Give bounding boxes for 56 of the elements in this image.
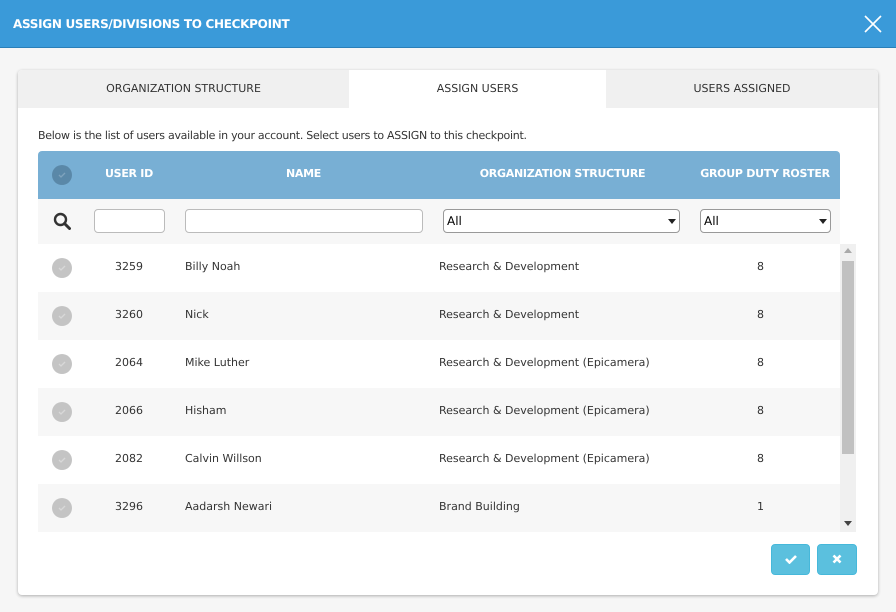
search-icon[interactable] bbox=[53, 212, 71, 230]
table-cell-text: 2064 bbox=[114, 355, 144, 372]
org-structure-dropdown[interactable]: All bbox=[443, 209, 680, 233]
table-cell-text: 2066 bbox=[114, 403, 144, 420]
table-cell-text: Aadarsh Newari bbox=[184, 499, 274, 516]
instruction-text: Below is the list of users available in your account. Select users to ASSIGN to this checkpoint. bbox=[38, 128, 528, 144]
table-cell-text: 1 bbox=[756, 499, 765, 516]
table-cell-text: 3296 bbox=[114, 499, 144, 516]
roster-dropdown[interactable]: All bbox=[700, 209, 831, 233]
table-cell-text: Research & Development bbox=[438, 307, 580, 324]
table-cell-text: 3260 bbox=[114, 307, 144, 324]
tab[interactable]: ORGANIZATION STRUCTURE bbox=[18, 70, 349, 108]
close-icon bbox=[864, 14, 882, 32]
table-cell-text: Research & Development bbox=[438, 259, 580, 276]
table-cell-text: 8 bbox=[756, 259, 765, 276]
row-checkbox[interactable] bbox=[52, 402, 72, 422]
table-cell-text: 8 bbox=[756, 307, 765, 324]
row-checkbox[interactable] bbox=[52, 450, 72, 470]
select-all-checkbox[interactable] bbox=[52, 164, 72, 184]
table-cell-text: Calvin Willson bbox=[184, 451, 263, 468]
table-cell-text: 3259 bbox=[114, 259, 144, 276]
table-cell-text: Hisham bbox=[184, 403, 228, 420]
table-cell-text: Research & Development (Epicamera) bbox=[438, 355, 651, 372]
column-header: NAME bbox=[284, 166, 322, 182]
scrollbar[interactable] bbox=[840, 244, 856, 532]
confirm-button[interactable] bbox=[771, 544, 810, 574]
row-checkbox[interactable] bbox=[52, 354, 72, 374]
table-cell-text: Billy Noah bbox=[184, 259, 242, 276]
check-icon bbox=[57, 170, 67, 180]
window-title: ASSIGN USERS/DIVISIONS TO CHECKPOINT bbox=[13, 16, 290, 32]
caret-icon bbox=[819, 218, 827, 224]
table-cell-text: Nick bbox=[184, 307, 210, 324]
row-checkbox[interactable] bbox=[52, 306, 72, 326]
table-cell-text: 8 bbox=[756, 403, 765, 420]
column-header: USER ID bbox=[104, 166, 154, 182]
table-cell-text: 8 bbox=[756, 451, 765, 468]
tab[interactable]: USERS ASSIGNED bbox=[606, 70, 878, 108]
table-cell-text: Research & Development (Epicamera) bbox=[438, 451, 651, 468]
check-icon bbox=[784, 554, 796, 564]
scroll-up-icon[interactable] bbox=[844, 248, 852, 252]
close-button[interactable] bbox=[863, 14, 883, 34]
scroll-down-icon[interactable] bbox=[844, 520, 852, 526]
row-checkbox[interactable] bbox=[52, 258, 72, 278]
cancel-button[interactable] bbox=[817, 544, 857, 574]
row-checkbox[interactable] bbox=[52, 498, 72, 518]
user-id-filter-field[interactable] bbox=[94, 209, 165, 233]
column-header: GROUP DUTY ROSTER bbox=[699, 166, 831, 182]
caret-icon bbox=[668, 218, 676, 224]
column-header: ORGANIZATION STRUCTURE bbox=[478, 166, 646, 182]
table-cell-text: Brand Building bbox=[438, 499, 521, 516]
close-icon bbox=[832, 554, 842, 564]
table-cell-text: Mike Luther bbox=[184, 355, 250, 372]
table-cell-text: 2082 bbox=[114, 451, 144, 468]
table-cell-text: 8 bbox=[756, 355, 765, 372]
table-cell-text: Research & Development (Epicamera) bbox=[438, 403, 651, 420]
name-filter-field[interactable] bbox=[185, 209, 423, 233]
